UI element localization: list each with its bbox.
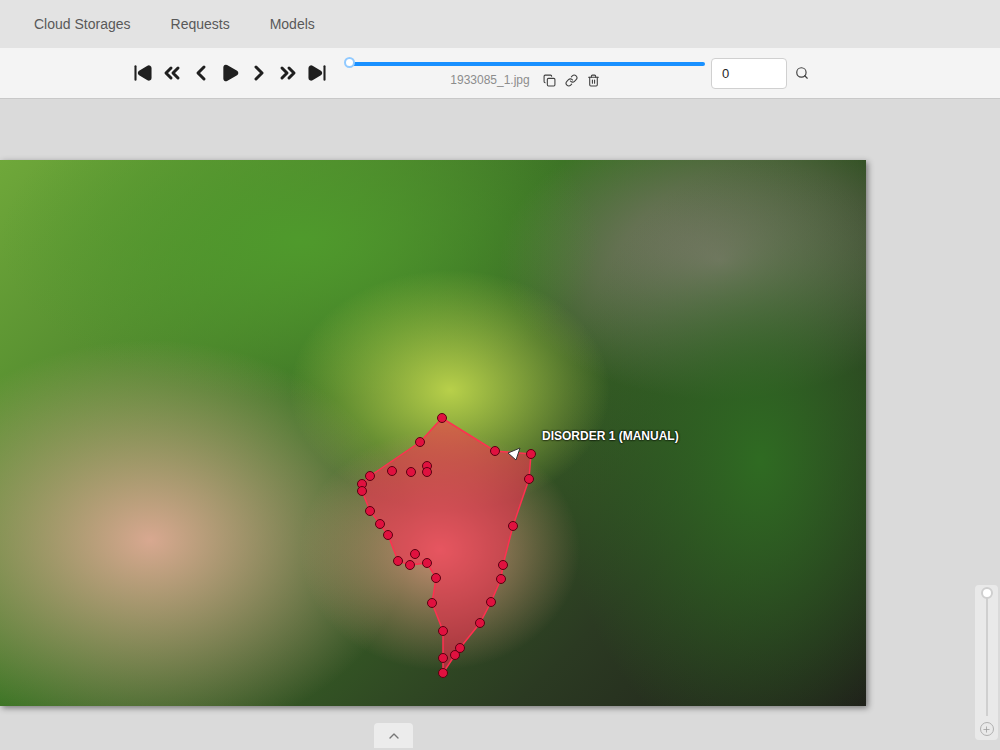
polygon-point[interactable] (416, 438, 425, 447)
polygon-point[interactable] (366, 507, 375, 516)
search-icon (795, 66, 809, 80)
zoom-slider[interactable] (986, 593, 988, 716)
first-frame-icon (133, 63, 153, 83)
zoom-panel (975, 585, 998, 740)
fast-forward-icon (276, 60, 300, 86)
polygon-point[interactable] (439, 654, 448, 663)
top-nav: Cloud Storages Requests Models (0, 0, 1000, 48)
zoom-slider-thumb[interactable] (981, 587, 993, 599)
next-icon (247, 61, 271, 85)
plus-icon (982, 725, 991, 734)
file-name: 1933085_1.jpg (450, 73, 529, 87)
link-icon (565, 74, 578, 87)
polygon-point[interactable] (499, 561, 508, 570)
bottom-panel-toggle[interactable] (374, 723, 413, 748)
polygon-point[interactable] (527, 450, 536, 459)
polygon-point[interactable] (384, 531, 393, 540)
back-step-button[interactable] (160, 60, 184, 86)
polygon-point[interactable] (491, 447, 500, 456)
polygon-point[interactable] (509, 522, 518, 531)
annotation-label: DISORDER 1 (MANUAL) (542, 429, 679, 443)
polygon-point[interactable] (439, 627, 448, 636)
player-controls (131, 60, 329, 86)
play-button[interactable] (218, 60, 242, 86)
polygon-point[interactable] (406, 561, 415, 570)
polygon-point[interactable] (438, 414, 447, 423)
polygon-point[interactable] (358, 487, 367, 496)
next-button[interactable] (247, 60, 271, 86)
previous-button[interactable] (189, 60, 213, 86)
frame-slider-thumb[interactable] (344, 57, 355, 68)
polygon-point[interactable] (456, 644, 465, 653)
polygon-point[interactable] (439, 669, 448, 678)
polygon-point[interactable] (497, 575, 506, 584)
nav-item[interactable]: Models (270, 16, 315, 32)
image-frame: DISORDER 1 (MANUAL) (0, 160, 866, 706)
polygon-point[interactable] (394, 557, 403, 566)
polygon-point[interactable] (366, 472, 375, 481)
polygon-point[interactable] (407, 468, 416, 477)
forward-step-button[interactable] (276, 60, 300, 86)
annotation-page: Cloud Storages Requests Models 1933085_1.jp… (0, 0, 1000, 750)
copy-icon (543, 74, 556, 87)
polygon-point[interactable] (476, 619, 485, 628)
zoom-in-button[interactable] (980, 722, 994, 736)
last-frame-button[interactable] (305, 60, 329, 86)
canvas-area: DISORDER 1 (MANUAL) (0, 99, 1000, 750)
file-row: 1933085_1.jpg (450, 72, 599, 88)
nav-item[interactable]: Requests (171, 16, 230, 32)
last-frame-icon (307, 63, 327, 83)
polygon-point[interactable] (388, 467, 397, 476)
polygon-point[interactable] (428, 599, 437, 608)
link-button[interactable] (565, 74, 578, 87)
polygon-point[interactable] (525, 475, 534, 484)
first-frame-button[interactable] (131, 60, 155, 86)
fast-backward-icon (160, 60, 184, 86)
polygon-point[interactable] (423, 468, 432, 477)
search-button[interactable] (795, 66, 809, 80)
annotation-polygon[interactable] (362, 418, 531, 673)
polygon-point[interactable] (376, 520, 385, 529)
frame-slider[interactable] (345, 62, 705, 66)
play-icon (220, 63, 240, 83)
annotation-overlay (0, 160, 866, 706)
delete-button[interactable] (587, 74, 600, 87)
polygon-point[interactable] (423, 559, 432, 568)
chevron-up-icon (386, 728, 402, 744)
frame-input[interactable] (711, 58, 787, 89)
copy-button[interactable] (543, 74, 556, 87)
frame-slider-group: 1933085_1.jpg (345, 58, 705, 88)
polygon-point[interactable] (487, 598, 496, 607)
previous-icon (189, 61, 213, 85)
polygon-point[interactable] (411, 550, 420, 559)
polygon-point[interactable] (432, 574, 441, 583)
trash-icon (587, 74, 600, 87)
player-toolbar: 1933085_1.jpg (0, 48, 1000, 99)
nav-item[interactable]: Cloud Storages (34, 16, 131, 32)
cursor-icon (508, 448, 520, 460)
